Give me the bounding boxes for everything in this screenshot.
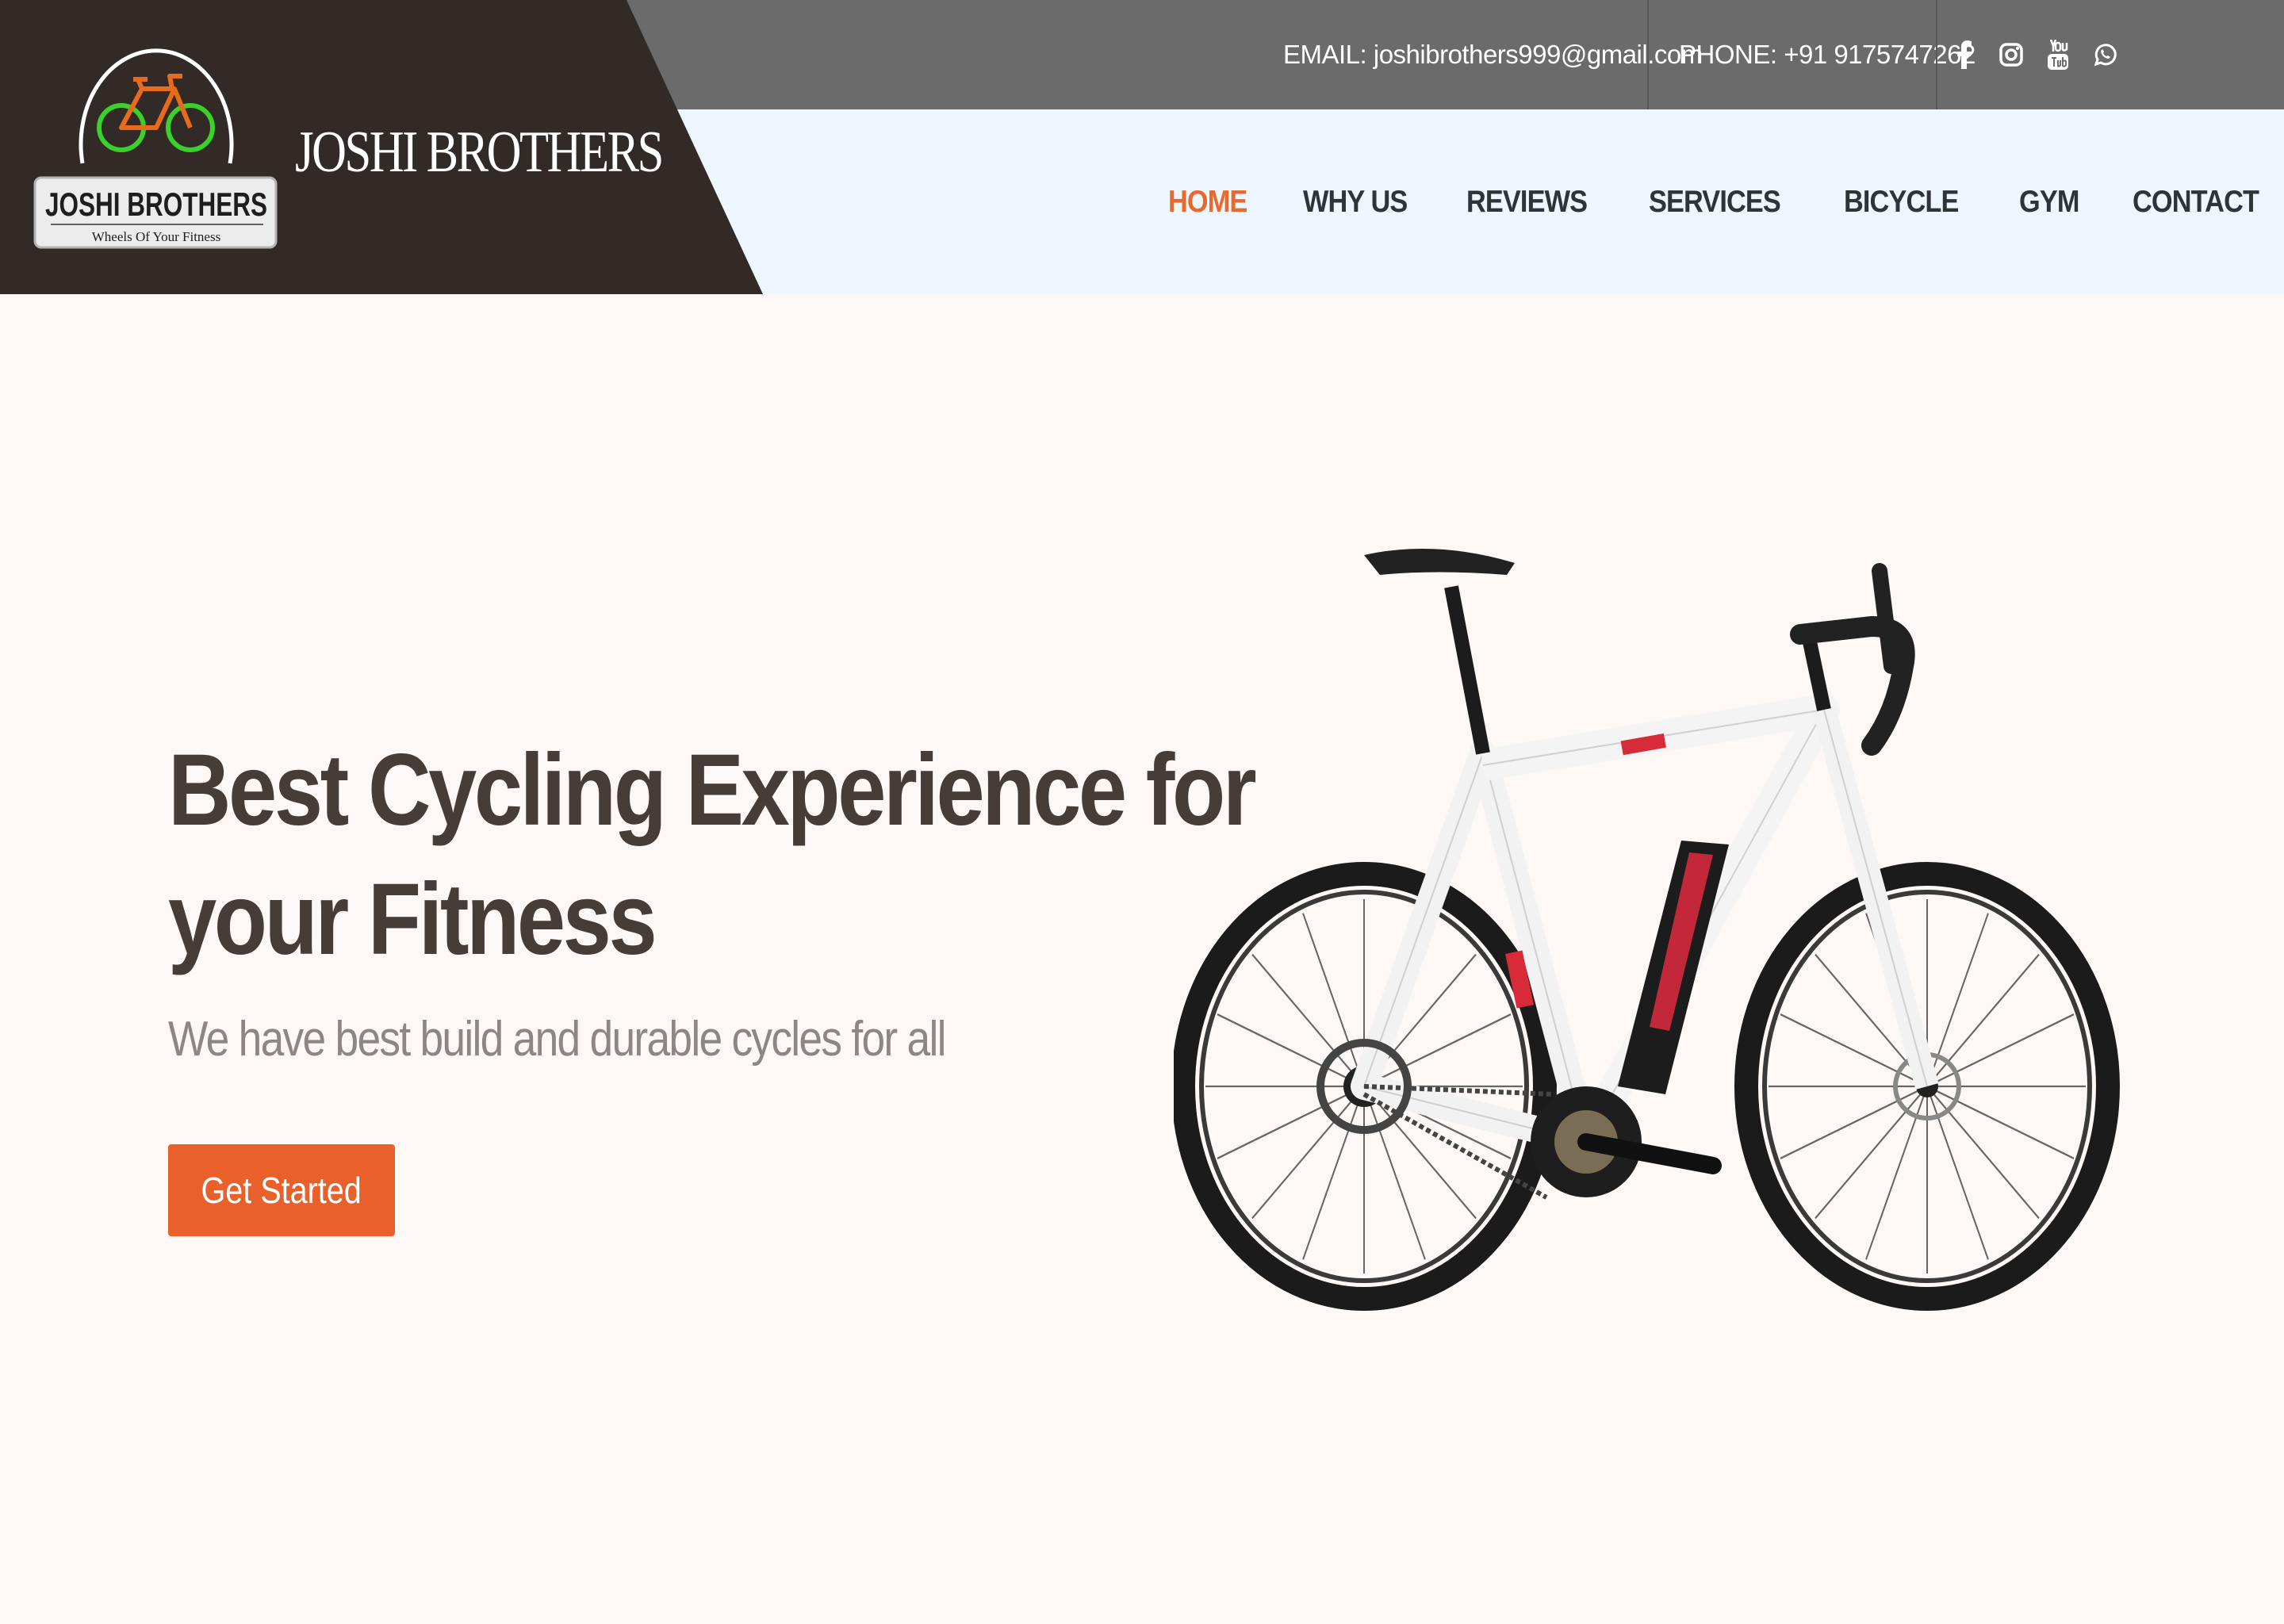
nav-item-reviews[interactable]: REVIEWS — [1466, 185, 1588, 220]
divider — [1936, 0, 1937, 109]
hero-title-line2: your Fitness — [168, 863, 657, 976]
email-contact[interactable]: EMAIL: joshibrothers999@gmail.com — [1283, 0, 1703, 109]
social-links — [1951, 0, 2117, 109]
instagram-icon[interactable] — [1998, 39, 2024, 71]
hero-title-line1: Best Cycling Experience for — [168, 733, 1257, 847]
nav-item-services[interactable]: SERVICES — [1649, 185, 1781, 220]
nav-item-why-us[interactable]: WHY US — [1303, 185, 1408, 220]
page: EMAIL: joshibrothers999@gmail.com PHONE:… — [0, 0, 2284, 1624]
youtube-icon[interactable] — [2044, 39, 2071, 71]
bicycle-image — [1174, 549, 2120, 1311]
facebook-icon[interactable] — [1951, 39, 1977, 71]
get-started-label: Get Started — [201, 1170, 362, 1211]
badge-title: JOSHI BROTHERS — [45, 186, 267, 223]
phone-contact[interactable]: PHONE: +91 9175747262 — [1679, 0, 1976, 109]
nav-item-bicycle[interactable]: BICYCLE — [1844, 185, 1959, 220]
whatsapp-icon[interactable] — [2091, 39, 2117, 71]
hero-subtitle: We have best build and durable cycles fo… — [168, 1012, 946, 1067]
bicycle-icon — [97, 74, 215, 152]
badge-tagline: Wheels Of Your Fitness — [92, 229, 220, 244]
brand-name[interactable]: JOSHI BROTHERS — [295, 119, 664, 186]
brand-logo[interactable]: JOSHI BROTHERS Wheels Of Your Fitness — [33, 29, 279, 255]
nav-item-contact[interactable]: CONTACT — [2133, 185, 2259, 220]
divider — [1647, 0, 1649, 109]
nav-item-gym[interactable]: GYM — [2019, 185, 2079, 220]
main-nav: HOME WHY US REVIEWS SERVICES BICYCLE GYM… — [1168, 109, 2284, 294]
hero-title: Best Cycling Experience for your Fitness — [168, 726, 1257, 984]
get-started-button[interactable]: Get Started — [168, 1144, 395, 1236]
nav-item-home[interactable]: HOME — [1168, 185, 1247, 220]
